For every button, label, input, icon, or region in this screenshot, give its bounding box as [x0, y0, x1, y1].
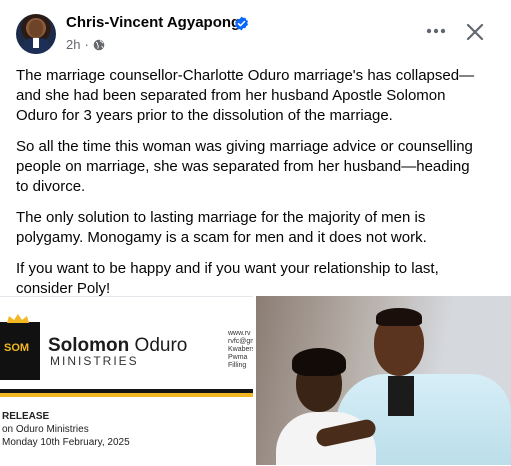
post-paragraph: So all the time this woman was giving ma…: [16, 138, 473, 195]
contact-line: www.rv: [228, 330, 251, 337]
contact-line: Pwma Filling: [228, 354, 248, 369]
couple-photo[interactable]: [256, 296, 511, 465]
verified-badge-icon: [235, 16, 248, 31]
woman-hair: [292, 348, 346, 376]
ministry-logo: SOM: [0, 314, 40, 380]
post-media: SOM Solomon Oduro MINISTRIES www.rv rvfc…: [0, 296, 511, 466]
post-timestamp[interactable]: 2h: [66, 37, 80, 52]
close-icon[interactable]: [461, 18, 489, 46]
contact-line: Kwabers: [228, 346, 253, 353]
avatar-head: [29, 20, 43, 37]
crown-icon: [7, 314, 29, 323]
post-card: Chris-Vincent Agyapong 2h · The marriage…: [0, 0, 511, 466]
release-text: RELEASE on Oduro Ministries Monday 10th …: [2, 410, 130, 449]
brand-name-rest: Oduro: [129, 335, 188, 356]
post-body-text: The marriage counsellor-Charlotte Oduro …: [16, 66, 486, 310]
press-release-image[interactable]: SOM Solomon Oduro MINISTRIES www.rv rvfc…: [0, 296, 253, 466]
release-line: on Oduro Ministries: [2, 424, 89, 435]
release-line: RELEASE: [2, 411, 50, 422]
brand-subtitle: MINISTRIES: [50, 354, 139, 368]
contact-lines: www.rv rvfc@gm Kwabers Pwma Filling: [228, 330, 253, 370]
contact-line: rvfc@gm: [228, 338, 253, 345]
post-meta: 2h ·: [66, 37, 105, 52]
man-hair: [376, 308, 422, 326]
author-avatar[interactable]: [16, 14, 56, 54]
post-header: Chris-Vincent Agyapong 2h ·: [0, 0, 511, 62]
post-paragraph: The only solution to lasting marriage fo…: [16, 209, 427, 246]
globe-icon[interactable]: [93, 39, 105, 51]
logo-letters: SOM: [4, 342, 30, 354]
author-name[interactable]: Chris-Vincent Agyapong: [66, 14, 240, 31]
divider-bar-gold: [0, 393, 253, 397]
more-options-icon[interactable]: [422, 17, 450, 45]
meta-separator: ·: [84, 37, 89, 52]
post-paragraph: The marriage counsellor-Charlotte Oduro …: [16, 67, 475, 124]
avatar-collar: [33, 38, 39, 48]
release-line: Monday 10th February, 2025: [2, 437, 130, 448]
post-paragraph: If you want to be happy and if you want …: [16, 260, 439, 297]
man-shirt: [388, 376, 414, 416]
brand-name-bold: Solomon: [48, 335, 130, 356]
